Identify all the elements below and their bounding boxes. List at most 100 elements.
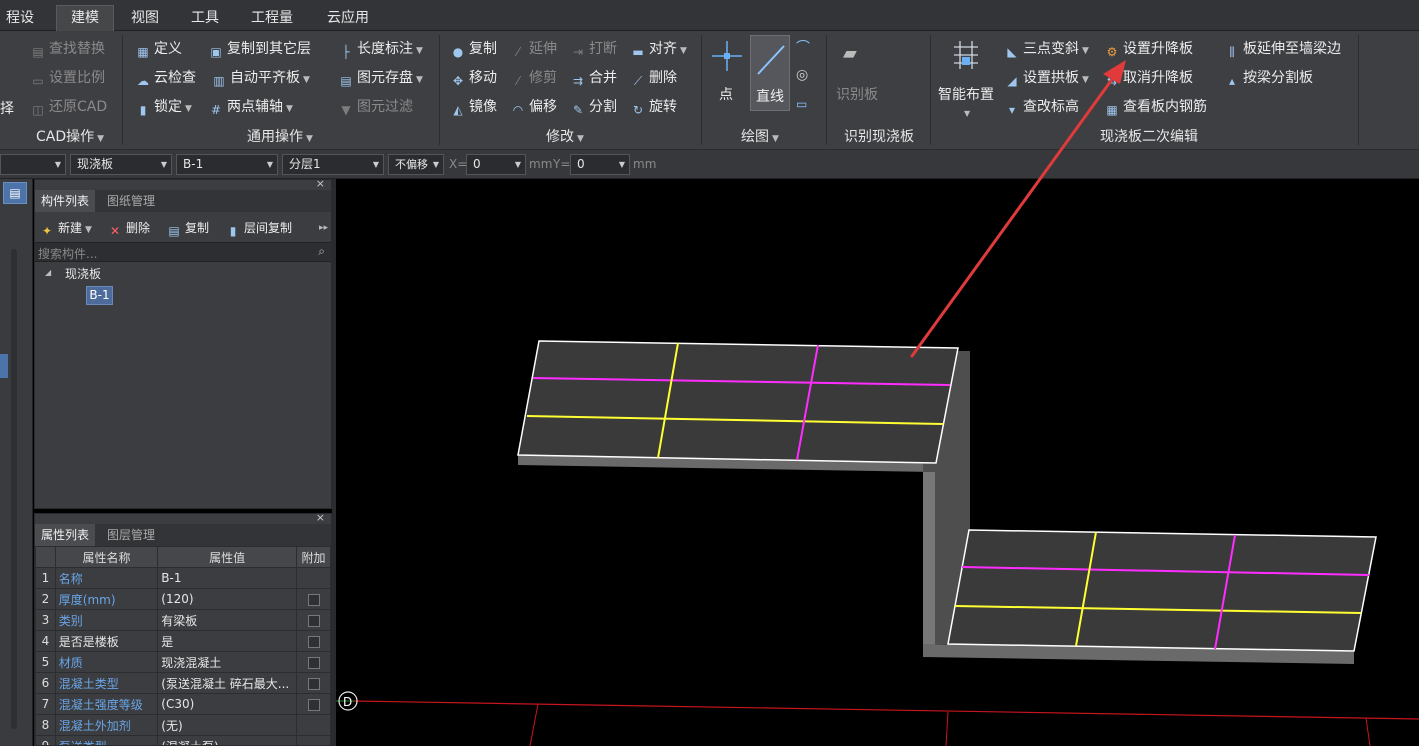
property-value[interactable]: (混凝土泵): [157, 735, 298, 745]
modify-group-label[interactable]: 修改 ▼: [530, 127, 600, 147]
table-row[interactable]: 8 混凝土外加剂 (无): [35, 714, 331, 736]
search-input[interactable]: 搜索构件... ⌕: [35, 242, 331, 262]
align-button[interactable]: ▬ 对齐 ▼: [630, 38, 687, 60]
set-scale-button[interactable]: ▭ 设置比例: [30, 67, 105, 89]
property-value[interactable]: (泵送混凝土 碎石最大...: [157, 672, 298, 694]
restore-cad-button[interactable]: ◫ 还原CAD: [30, 96, 107, 118]
more-icon[interactable]: ▸▸: [319, 218, 328, 238]
strip-scrollbar[interactable]: [11, 249, 17, 729]
rotate-button[interactable]: ↻ 旋转: [630, 96, 677, 118]
extra-checkbox[interactable]: [307, 635, 320, 648]
name-select[interactable]: B-1 ▼: [176, 154, 278, 175]
find-replace-button[interactable]: ▤ 查找替换: [30, 38, 105, 60]
auto-align-button[interactable]: ▥ 自动平齐板 ▼: [211, 67, 310, 89]
point-button[interactable]: 点: [719, 84, 733, 106]
extra-checkbox[interactable]: [307, 677, 320, 690]
category-select[interactable]: ▼: [0, 154, 66, 175]
extra-checkbox[interactable]: [307, 698, 320, 711]
tree-item-selected[interactable]: B-1: [86, 286, 113, 305]
extend-button[interactable]: ⁄ 延伸: [510, 38, 557, 60]
draw-group-label[interactable]: 绘图 ▼: [730, 127, 790, 147]
y-input[interactable]: 0 ▼: [570, 154, 630, 175]
filter-elements-button[interactable]: ▼ 图元过滤: [338, 96, 413, 118]
split-by-beam-button[interactable]: ▴ 按梁分割板: [1224, 67, 1313, 89]
copy-button[interactable]: ● 复制: [450, 38, 497, 60]
break-button[interactable]: ⇥ 打断: [570, 38, 617, 60]
delete-button[interactable]: ⟋ 删除: [630, 67, 677, 89]
trim-button[interactable]: ⁄ 修剪: [510, 67, 557, 89]
copy-to-floor-button[interactable]: ▣ 复制到其它层: [208, 38, 311, 60]
extra-checkbox[interactable]: [307, 593, 320, 606]
table-row[interactable]: 5 材质 现浇混凝土: [35, 651, 331, 673]
tab-property-list[interactable]: 属性列表: [35, 524, 96, 546]
table-row[interactable]: 6 混凝土类型 (泵送混凝土 碎石最大...: [35, 672, 331, 694]
close-icon[interactable]: ×: [316, 514, 325, 524]
offset-button[interactable]: ◠ 偏移: [510, 96, 557, 118]
extend-to-beam-button[interactable]: ⫼ 板延伸至墙梁边: [1224, 38, 1341, 60]
circle-icon[interactable]: ◎: [796, 67, 814, 85]
tab-cloud[interactable]: 云应用: [320, 6, 376, 31]
tab-layer-management[interactable]: 图层管理: [101, 524, 161, 546]
check-elevation-button[interactable]: ▾ 查改标高: [1004, 96, 1079, 118]
table-row[interactable]: 1 名称 B-1: [35, 567, 331, 589]
rectangle-icon[interactable]: ▭: [796, 97, 814, 115]
panel-toggle-icon[interactable]: ▤: [3, 182, 27, 204]
tab-component-list[interactable]: 构件列表: [35, 190, 96, 212]
extra-checkbox[interactable]: [307, 614, 320, 627]
tab-drawing-management[interactable]: 图纸管理: [101, 190, 161, 212]
save-elements-button[interactable]: ▤ 图元存盘 ▼: [338, 67, 423, 89]
split-button[interactable]: ✎ 分割: [570, 96, 617, 118]
tab-tools[interactable]: 工具: [184, 6, 226, 31]
type-select[interactable]: 现浇板 ▼: [70, 154, 172, 175]
identify-slab-button[interactable]: 识别板: [836, 84, 878, 106]
mirror-button[interactable]: ◭ 镜像: [450, 96, 497, 118]
property-value[interactable]: (120): [157, 588, 298, 610]
table-row[interactable]: 9泵送类型(混凝土泵): [35, 735, 331, 745]
stepped-slab[interactable]: [517, 340, 1377, 664]
cloud-check-button[interactable]: ☁ 云检查: [135, 67, 196, 89]
table-row[interactable]: 2 厚度(mm) (120): [35, 588, 331, 610]
line-button[interactable]: 直线: [750, 35, 790, 111]
set-lift-slab-button[interactable]: ⚙ 设置升降板: [1104, 38, 1193, 60]
table-row[interactable]: 4 是否是楼板是: [35, 630, 331, 652]
search-icon[interactable]: ⌕: [318, 244, 325, 259]
offset-select[interactable]: 不偏移 ▼: [388, 154, 444, 175]
property-value[interactable]: 有梁板: [157, 609, 298, 631]
property-value[interactable]: 是: [157, 630, 298, 652]
tab-quantities[interactable]: 工程量: [244, 6, 300, 31]
cad-group-label[interactable]: CAD操作 ▼: [24, 127, 116, 147]
floor-copy-button[interactable]: ▮ 层间复制: [225, 218, 292, 238]
delete-component-button[interactable]: ✕ 删除: [107, 218, 150, 238]
view-rebar-button[interactable]: ▦ 查看板内钢筋: [1104, 96, 1207, 118]
3d-viewport[interactable]: D: [336, 179, 1419, 746]
tab-project-settings[interactable]: 程设置: [0, 6, 40, 51]
lock-button[interactable]: ▮ 锁定 ▼: [135, 96, 192, 118]
merge-button[interactable]: ⇉ 合并: [570, 67, 617, 89]
tree-root-item[interactable]: 现浇板: [65, 265, 101, 282]
tab-modeling[interactable]: 建模: [56, 5, 114, 31]
define-button[interactable]: ▦ 定义: [135, 38, 182, 60]
tree-collapse-icon[interactable]: ◢: [45, 268, 51, 277]
x-input[interactable]: 0 ▼: [466, 154, 526, 175]
layer-select[interactable]: 分层1 ▼: [282, 154, 384, 175]
property-value[interactable]: (C30): [157, 693, 298, 715]
table-row[interactable]: 7 混凝土强度等级 (C30): [35, 693, 331, 715]
three-point-slope-button[interactable]: ◣ 三点变斜 ▼: [1004, 38, 1089, 60]
table-row[interactable]: 3 类别 有梁板: [35, 609, 331, 631]
copy-component-button[interactable]: ▤ 复制: [166, 218, 209, 238]
property-value[interactable]: B-1: [157, 567, 298, 589]
two-point-axis-button[interactable]: # 两点辅轴 ▼: [208, 96, 293, 118]
property-value[interactable]: (无): [157, 714, 298, 736]
set-arch-slab-button[interactable]: ◢ 设置拱板 ▼: [1004, 67, 1089, 89]
property-value[interactable]: 现浇混凝土: [157, 651, 298, 673]
smart-layout-button[interactable]: 智能布置: [938, 84, 994, 106]
length-dim-button[interactable]: ├ 长度标注 ▼: [338, 38, 423, 60]
new-component-button[interactable]: ✦ 新建 ▼: [39, 218, 92, 238]
arc-icon[interactable]: ⌒: [796, 37, 814, 56]
close-icon[interactable]: ×: [316, 177, 325, 190]
extra-checkbox[interactable]: [307, 656, 320, 669]
cancel-lift-slab-button[interactable]: ⇆ 取消升降板: [1104, 67, 1193, 89]
common-group-label[interactable]: 通用操作 ▼: [232, 127, 328, 147]
move-button[interactable]: ✥ 移动: [450, 67, 497, 89]
tab-view[interactable]: 视图: [124, 6, 166, 31]
